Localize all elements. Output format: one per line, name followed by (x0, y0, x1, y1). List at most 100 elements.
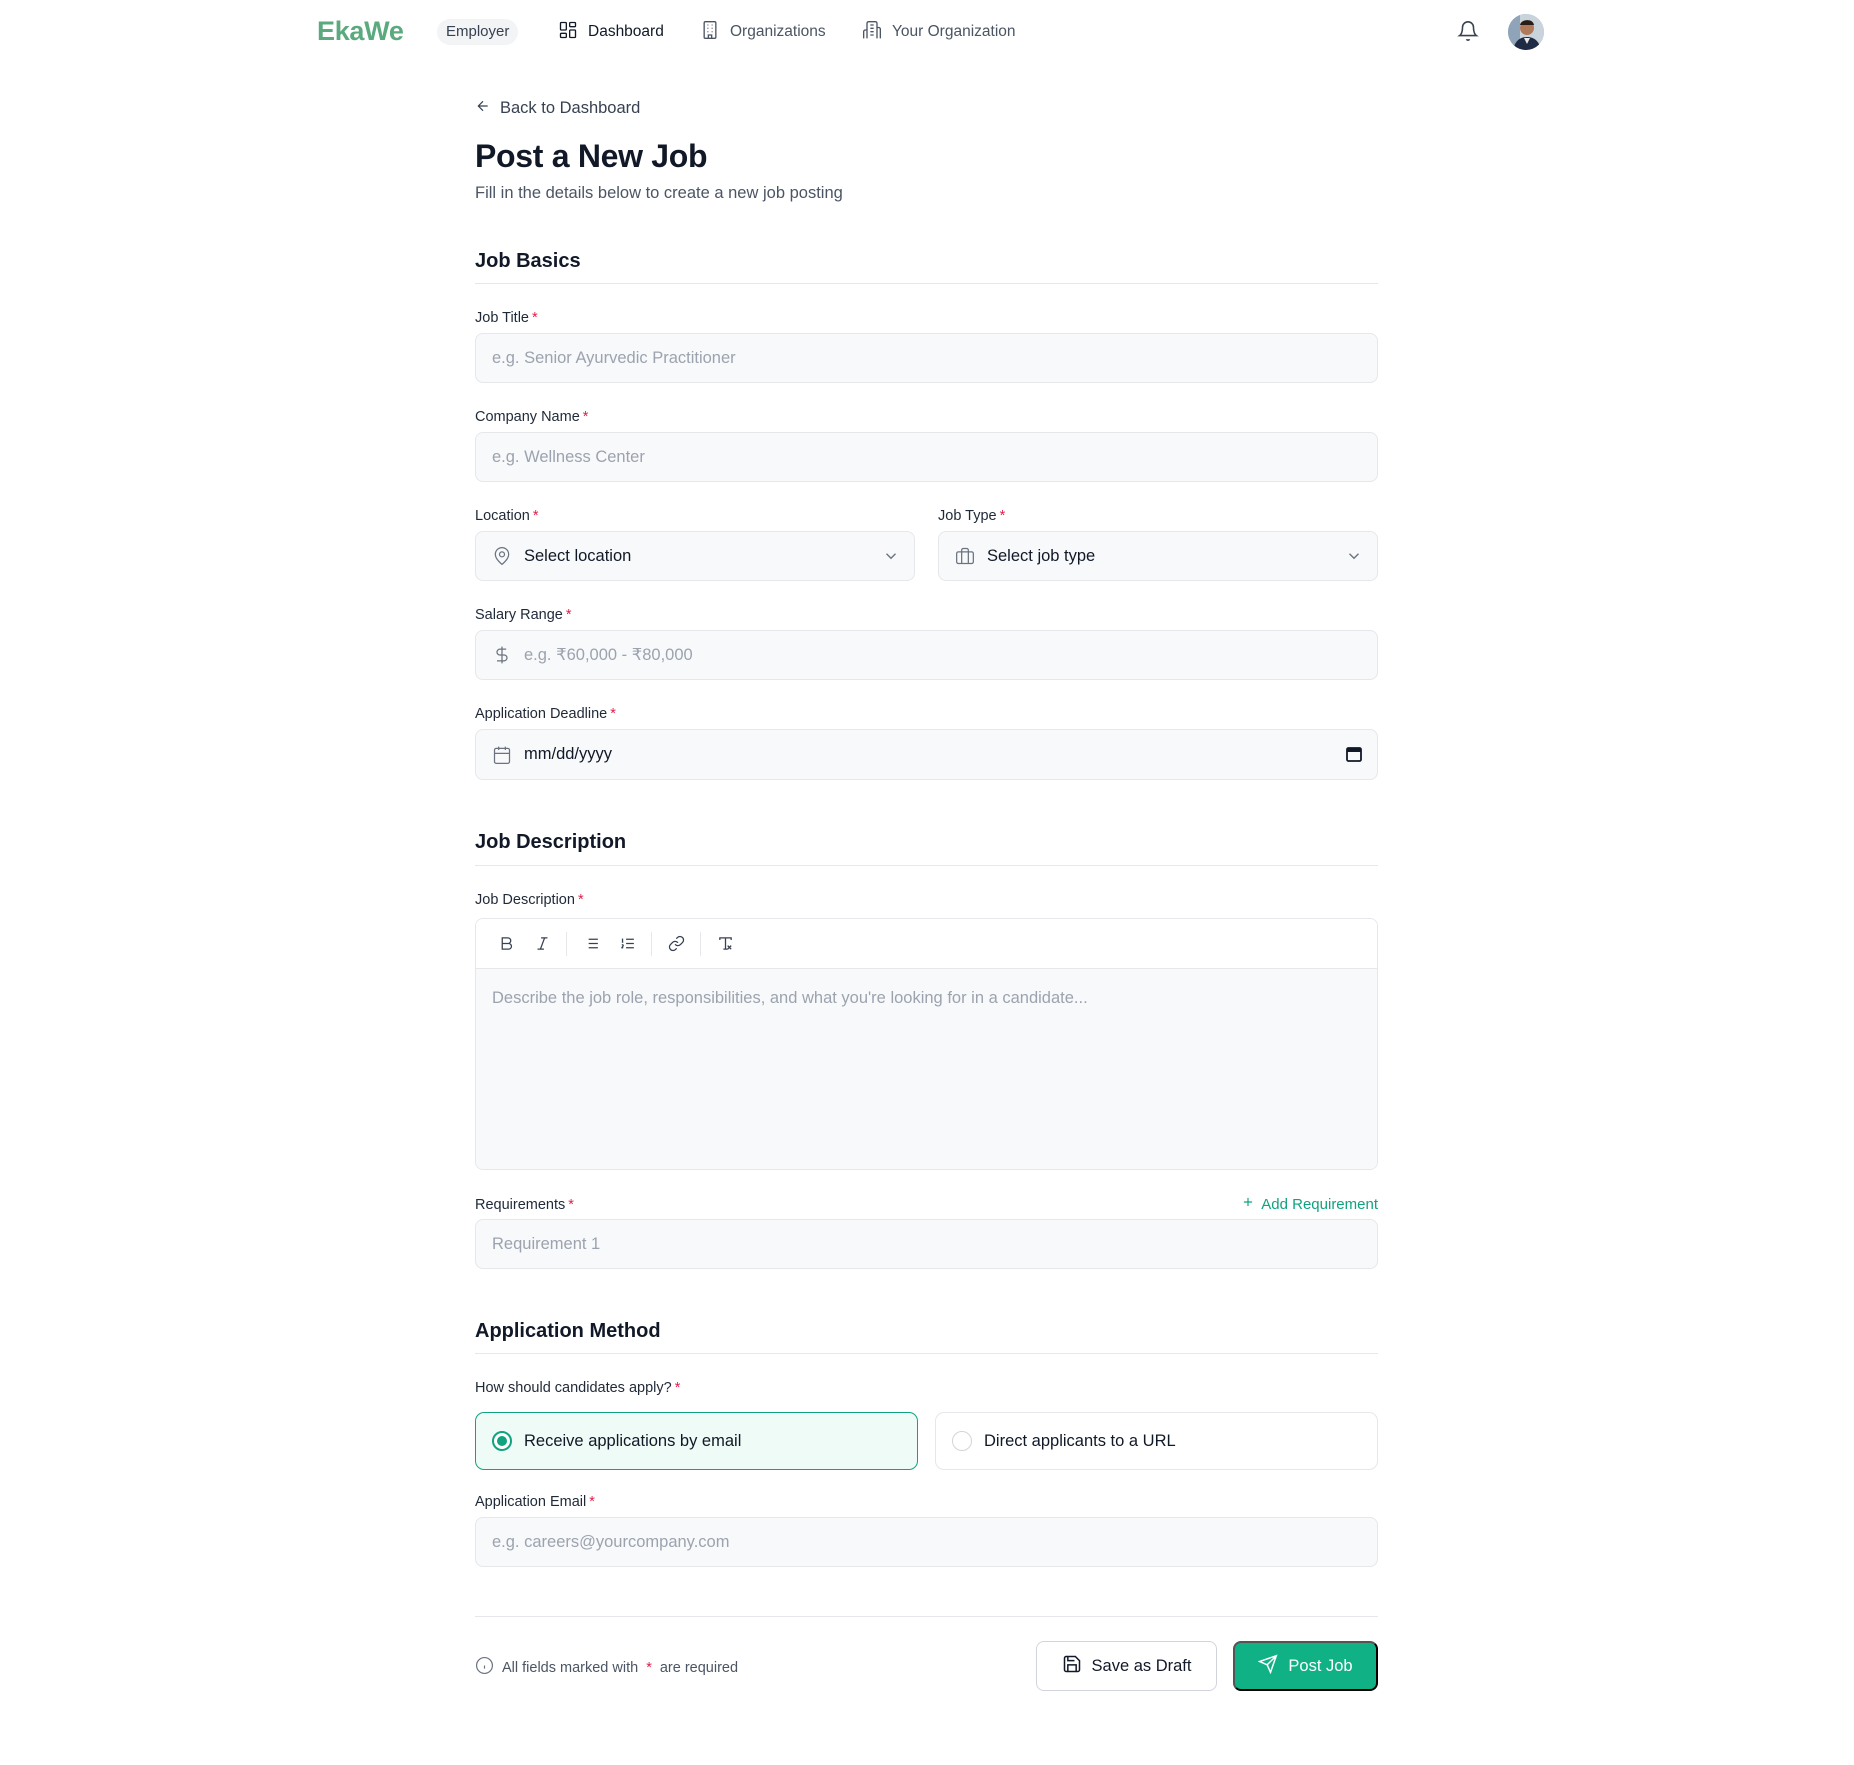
role-badge: Employer (437, 19, 519, 45)
job-type-select-value: Select job type (987, 546, 1096, 565)
building-icon (700, 20, 720, 45)
job-description-textarea[interactable]: Describe the job role, responsibilities,… (476, 969, 1377, 1169)
required-asterisk: * (674, 1380, 681, 1396)
apply-by-email-label: Receive applications by email (524, 1431, 742, 1450)
section-title-application-method: Application Method (475, 1320, 661, 1342)
chevron-down-icon (1345, 547, 1363, 565)
section-title-job-basics: Job Basics (475, 250, 581, 272)
map-pin-icon (492, 546, 512, 566)
chevron-down-icon (882, 547, 900, 565)
save-icon (1062, 1654, 1082, 1679)
nav-organizations-label: Organizations (730, 23, 826, 40)
note-asterisk: * (646, 1659, 652, 1676)
location-label: Location * (475, 508, 539, 524)
required-asterisk: * (565, 607, 572, 623)
radio-button[interactable] (952, 1431, 972, 1451)
apply-by-email-option[interactable]: Receive applications by email (475, 1412, 918, 1470)
save-draft-label: Save as Draft (1091, 1656, 1192, 1675)
section-divider (475, 283, 1378, 284)
page-title: Post a New Job (475, 138, 708, 174)
dashboard-grid-icon (558, 20, 578, 45)
location-select-value: Select location (524, 546, 632, 565)
job-description-label: Job Description * (475, 892, 584, 908)
salary-range-input[interactable]: e.g. ₹60,000 - ₹80,000 (475, 630, 1378, 680)
calendar-icon (492, 745, 512, 765)
company-name-input[interactable]: e.g. Wellness Center (475, 432, 1378, 482)
radio-button-selected[interactable] (492, 1431, 512, 1451)
post-job-button[interactable]: Post Job (1233, 1641, 1378, 1691)
info-icon (475, 1656, 494, 1679)
job-description-editor: Describe the job role, responsibilities,… (475, 918, 1378, 1170)
location-select[interactable]: Select location (475, 531, 915, 581)
bullet-list-icon[interactable] (573, 929, 609, 959)
job-type-label: Job Type * (938, 508, 1006, 524)
briefcase-icon (955, 546, 975, 566)
top-navbar: EkaWe Employer Dashboard Organizations Y… (0, 0, 1854, 64)
required-asterisk: * (582, 409, 589, 425)
required-asterisk: * (577, 892, 584, 908)
back-link-label: Back to Dashboard (500, 99, 641, 117)
add-requirement-button[interactable]: Add Requirement (1241, 1195, 1378, 1213)
office-building-icon (862, 20, 882, 45)
section-divider (475, 865, 1378, 866)
plus-icon (1241, 1195, 1255, 1213)
job-type-select[interactable]: Select job type (938, 531, 1378, 581)
job-title-input[interactable]: e.g. Senior Ayurvedic Practitioner (475, 333, 1378, 383)
application-email-label: Application Email * (475, 1494, 595, 1510)
application-deadline-input[interactable]: mm/dd/yyyy (475, 729, 1378, 780)
job-title-placeholder: e.g. Senior Ayurvedic Practitioner (492, 348, 736, 367)
application-deadline-label: Application Deadline * (475, 706, 616, 722)
apply-method-question: How should candidates apply? * (475, 1380, 681, 1396)
dollar-sign-icon (492, 645, 512, 665)
salary-range-placeholder: e.g. ₹60,000 - ₹80,000 (524, 646, 693, 664)
required-asterisk: * (568, 1197, 574, 1213)
note-prefix: All fields marked with (502, 1659, 639, 1676)
user-avatar[interactable] (1508, 14, 1544, 50)
arrow-left-icon (475, 98, 491, 119)
add-requirement-label: Add Requirement (1261, 1195, 1378, 1213)
requirement-placeholder: Requirement 1 (492, 1234, 601, 1253)
save-as-draft-button[interactable]: Save as Draft (1036, 1641, 1217, 1691)
send-icon (1258, 1653, 1278, 1679)
post-job-label: Post Job (1288, 1656, 1353, 1675)
required-asterisk: * (532, 310, 538, 326)
application-email-input[interactable]: e.g. careers@yourcompany.com (475, 1517, 1378, 1567)
toolbar-divider (651, 931, 652, 956)
apply-by-url-option[interactable]: Direct applicants to a URL (935, 1412, 1378, 1470)
company-name-label: Company Name * (475, 409, 589, 425)
required-asterisk: * (532, 508, 539, 524)
clear-format-icon[interactable] (707, 929, 743, 959)
note-suffix: are required (659, 1659, 739, 1676)
notifications-bell-icon[interactable] (1457, 20, 1479, 42)
numbered-list-icon[interactable] (609, 929, 645, 959)
bold-icon[interactable] (488, 929, 524, 959)
required-asterisk: * (610, 706, 616, 722)
back-to-dashboard-link[interactable]: Back to Dashboard (475, 98, 640, 119)
application-email-placeholder: e.g. careers@yourcompany.com (492, 1532, 730, 1551)
nav-organizations[interactable]: Organizations (700, 20, 826, 44)
job-title-label: Job Title * (475, 310, 538, 326)
company-name-placeholder: e.g. Wellness Center (492, 447, 645, 466)
nav-your-organization[interactable]: Your Organization (862, 20, 1016, 44)
editor-toolbar (476, 919, 1377, 969)
nav-dashboard[interactable]: Dashboard (558, 20, 664, 44)
requirements-label: Requirements * (475, 1197, 574, 1213)
toolbar-divider (566, 931, 567, 956)
salary-range-label: Salary Range * (475, 607, 572, 623)
link-icon[interactable] (658, 929, 694, 959)
deadline-value: mm/dd/yyyy (524, 745, 613, 763)
section-divider (475, 1353, 1378, 1354)
italic-icon[interactable] (524, 929, 560, 959)
section-title-job-description: Job Description (475, 831, 627, 853)
nav-your-organization-label: Your Organization (892, 23, 1016, 40)
page-subtitle: Fill in the details below to create a ne… (475, 184, 843, 202)
required-asterisk: * (589, 1494, 595, 1510)
required-asterisk: * (999, 508, 1006, 524)
brand-logo[interactable]: EkaWe (317, 16, 404, 47)
required-fields-note: All fields marked with * are required (475, 1656, 738, 1679)
requirement-input[interactable]: Requirement 1 (475, 1219, 1378, 1269)
nav-dashboard-label: Dashboard (588, 23, 664, 40)
footer-divider (475, 1616, 1378, 1617)
date-picker-icon[interactable] (1345, 745, 1363, 763)
apply-by-url-label: Direct applicants to a URL (984, 1431, 1176, 1450)
